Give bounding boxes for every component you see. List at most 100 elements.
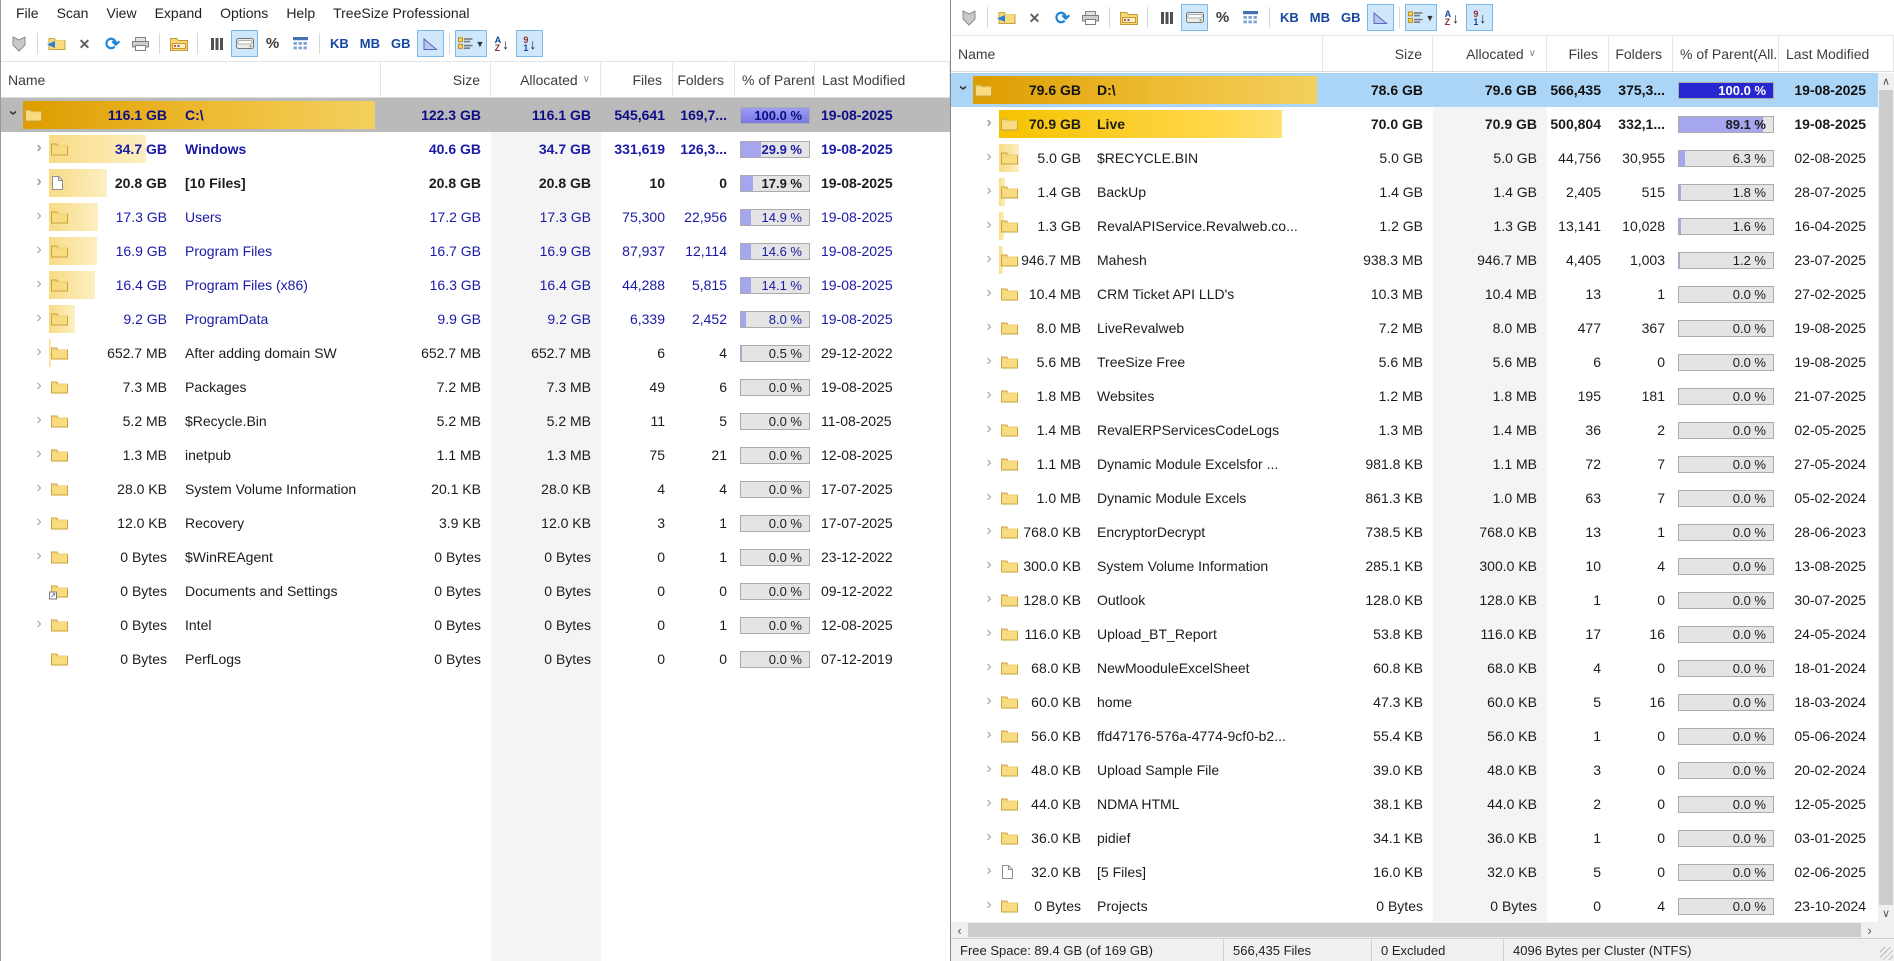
tree-row[interactable]: ›44.0 KBNDMA HTML38.1 KB44.0 KB200.0 %12… [951,787,1878,821]
app-logo-button[interactable] [955,4,982,31]
values-grid-view-button[interactable] [287,30,314,57]
app-logo-button[interactable] [5,30,32,57]
chevron-collapsed-icon[interactable]: › [981,658,997,676]
tree-row[interactable]: ›652.7 MBAfter adding domain SW652.7 MB6… [1,336,950,370]
chevron-collapsed-icon[interactable]: › [31,275,47,293]
column-header-last-modified[interactable]: Last Modified [1779,36,1894,71]
column-header-folders[interactable]: Folders [673,62,735,97]
sort-alphabetical-button[interactable]: AZ↓ [488,30,515,57]
column-header-percent-of-parent[interactable]: % of Parent... [735,62,815,97]
chevron-collapsed-icon[interactable]: › [31,207,47,225]
name-cell[interactable]: ↗0 BytesDocuments and Settings [1,574,381,608]
stop-scan-button[interactable]: ✕ [71,30,98,57]
chevron-expanded-icon[interactable]: › [954,80,972,96]
name-cell[interactable]: ›79.6 GBD:\ [951,73,1323,107]
column-header-allocated[interactable]: Allocated∨ [1433,36,1547,71]
chevron-collapsed-icon[interactable]: › [981,386,997,404]
tree-row[interactable]: ›7.3 MBPackages7.2 MB7.3 MB4960.0 %19-08… [1,370,950,404]
column-header-files[interactable]: Files [1547,36,1609,71]
menu-item-treesize-professional[interactable]: TreeSize Professional [324,3,478,23]
sort-alphabetical-button[interactable]: AZ↓ [1438,4,1465,31]
name-cell[interactable]: ›946.7 MBMahesh [951,243,1323,277]
name-cell[interactable]: ›10.4 MBCRM Ticket API LLD's [951,277,1323,311]
view-mode-list-button[interactable]: ▼ [455,30,488,57]
column-header-files[interactable]: Files [601,62,673,97]
column-header-folders[interactable]: Folders [1609,36,1673,71]
file-manager-button[interactable] [165,30,192,57]
chevron-collapsed-icon[interactable]: › [981,828,997,846]
chevron-collapsed-icon[interactable]: › [981,420,997,438]
name-cell[interactable]: ›34.7 GBWindows [1,132,381,166]
name-cell[interactable]: ›116.1 GBC:\ [1,98,381,132]
tree-row[interactable]: ›946.7 MBMahesh938.3 MB946.7 MB4,4051,00… [951,243,1878,277]
dropdown-arrow-icon[interactable]: ▼ [476,39,485,49]
unit-kb-button[interactable]: KB [325,30,354,57]
chevron-collapsed-icon[interactable]: › [31,173,47,191]
percent-view-button[interactable]: % [1209,4,1236,31]
percent-view-button[interactable]: % [259,30,286,57]
name-cell[interactable]: ›8.0 MBLiveRevalweb [951,311,1323,345]
tree-row[interactable]: ›79.6 GBD:\78.6 GB79.6 GB566,435375,3...… [951,73,1878,107]
tree-row[interactable]: ›34.7 GBWindows40.6 GB34.7 GB331,619126,… [1,132,950,166]
tree-row[interactable]: ›0 BytesIntel0 Bytes0 Bytes010.0 %12-08-… [1,608,950,642]
tree-row[interactable]: ›5.6 MBTreeSize Free5.6 MB5.6 MB600.0 %1… [951,345,1878,379]
tree-row[interactable]: ›56.0 KBffd47176-576a-4774-9cf0-b2...55.… [951,719,1878,753]
chevron-collapsed-icon[interactable]: › [981,488,997,506]
tree-row[interactable]: ›28.0 KBSystem Volume Information20.1 KB… [1,472,950,506]
tree-row[interactable]: ›5.2 MB$Recycle.Bin5.2 MB5.2 MB1150.0 %1… [1,404,950,438]
tree-row[interactable]: ›32.0 KB[5 Files]16.0 KB32.0 KB500.0 %02… [951,855,1878,889]
chevron-collapsed-icon[interactable]: › [981,182,997,200]
chevron-collapsed-icon[interactable]: › [31,479,47,497]
chevron-collapsed-icon[interactable]: › [31,513,47,531]
name-cell[interactable]: ›0 BytesIntel [1,608,381,642]
unit-gb-button[interactable]: GB [1336,4,1366,31]
chevron-collapsed-icon[interactable]: › [981,862,997,880]
tree-row[interactable]: ›60.0 KBhome47.3 KB60.0 KB5160.0 %18-03-… [951,685,1878,719]
values-grid-view-button[interactable] [1237,4,1264,31]
name-cell[interactable]: ›1.0 MBDynamic Module Excels [951,481,1323,515]
tree-row[interactable]: ›36.0 KBpidief34.1 KB36.0 KB100.0 %03-01… [951,821,1878,855]
unit-kb-button[interactable]: KB [1275,4,1304,31]
column-header-size[interactable]: Size [381,62,491,97]
unit-mb-button[interactable]: MB [1305,4,1335,31]
name-cell[interactable]: ›5.2 MB$Recycle.Bin [1,404,381,438]
chevron-collapsed-icon[interactable]: › [981,896,997,914]
tree-row[interactable]: ›10.4 MBCRM Ticket API LLD's10.3 MB10.4 … [951,277,1878,311]
chevron-collapsed-icon[interactable]: › [981,522,997,540]
tree-row[interactable]: ›16.9 GBProgram Files16.7 GB16.9 GB87,93… [1,234,950,268]
tree-row[interactable]: ›1.4 MBRevalERPServicesCodeLogs1.3 MB1.4… [951,413,1878,447]
name-cell[interactable]: ›128.0 KBOutlook [951,583,1323,617]
unit-mb-button[interactable]: MB [355,30,385,57]
menu-item-options[interactable]: Options [211,3,277,23]
tree-row[interactable]: ›70.9 GBLive70.0 GB70.9 GB500,804332,1..… [951,107,1878,141]
name-cell[interactable]: ›56.0 KBffd47176-576a-4774-9cf0-b2... [951,719,1323,753]
tree-row[interactable]: ›0 BytesProjects0 Bytes0 Bytes040.0 %23-… [951,889,1878,922]
column-header-last-modified[interactable]: Last Modified [815,62,950,97]
column-header-name[interactable]: Name [1,62,381,97]
columns-view-button[interactable] [203,30,230,57]
name-cell[interactable]: ›16.4 GBProgram Files (x86) [1,268,381,302]
name-cell[interactable]: ›5.0 GB$RECYCLE.BIN [951,141,1323,175]
name-cell[interactable]: ›9.2 GBProgramData [1,302,381,336]
chevron-collapsed-icon[interactable]: › [31,377,47,395]
select-directory-button[interactable] [43,30,70,57]
menu-item-expand[interactable]: Expand [146,3,211,23]
refresh-button[interactable]: ⟳ [1049,4,1076,31]
column-header-size[interactable]: Size [1323,36,1433,71]
view-mode-list-button[interactable]: ▼ [1405,4,1438,31]
chevron-collapsed-icon[interactable]: › [981,114,997,132]
scroll-right-icon[interactable]: › [1861,922,1878,938]
name-cell[interactable]: ›1.4 MBRevalERPServicesCodeLogs [951,413,1323,447]
select-directory-button[interactable] [993,4,1020,31]
resize-grip[interactable] [1880,947,1893,960]
name-cell[interactable]: ›17.3 GBUsers [1,200,381,234]
name-cell[interactable]: ›0 BytesProjects [951,889,1323,922]
auto-units-button[interactable] [1367,4,1394,31]
tree-row[interactable]: ›1.3 GBRevalAPIService.Revalweb.co...1.2… [951,209,1878,243]
menu-item-scan[interactable]: Scan [48,3,98,23]
stop-scan-button[interactable]: ✕ [1021,4,1048,31]
tree-row[interactable]: ›0 Bytes$WinREAgent0 Bytes0 Bytes010.0 %… [1,540,950,574]
tree-row[interactable]: ›300.0 KBSystem Volume Information285.1 … [951,549,1878,583]
name-cell[interactable]: ›48.0 KBUpload Sample File [951,753,1323,787]
chevron-collapsed-icon[interactable]: › [31,309,47,327]
